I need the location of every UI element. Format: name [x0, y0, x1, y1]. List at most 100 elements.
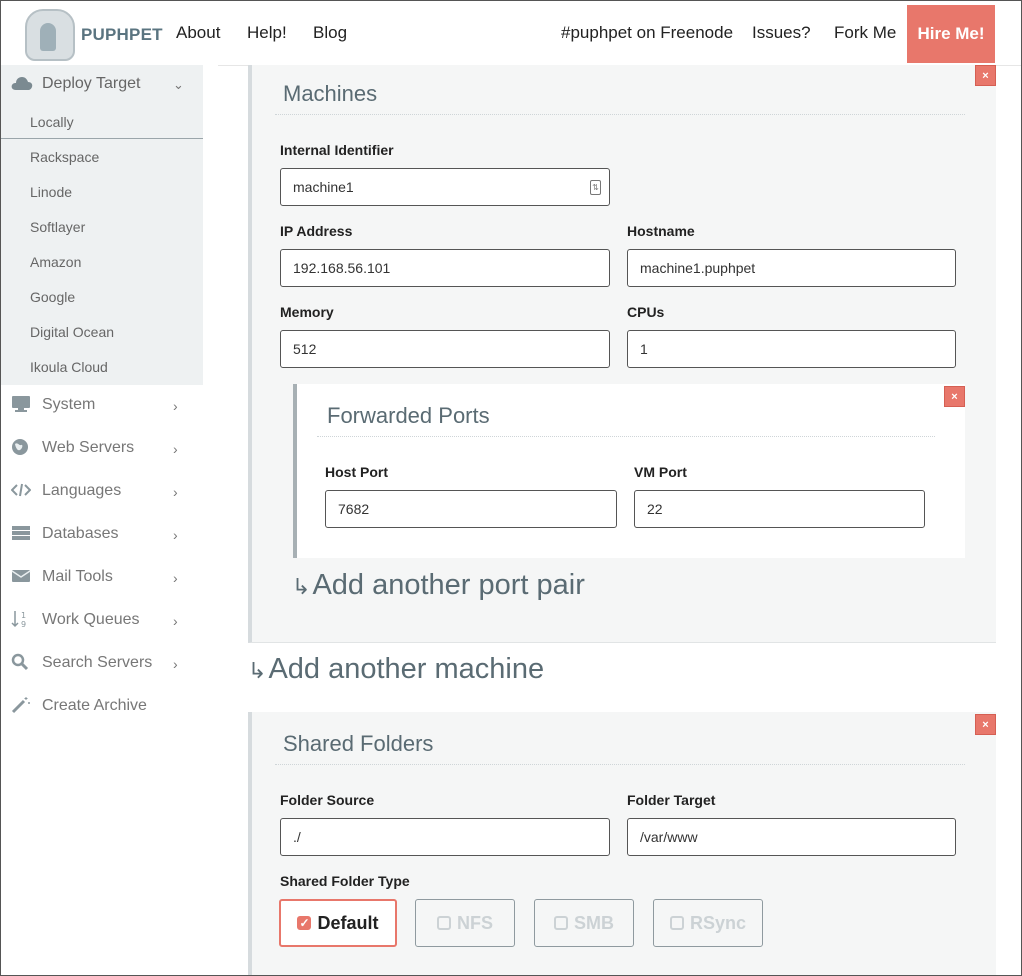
- nav-freenode-link[interactable]: #puphpet on Freenode: [561, 23, 733, 43]
- sidebar-item-databases[interactable]: Databases ›: [1, 517, 203, 551]
- memory-label: Memory: [280, 304, 334, 320]
- divider: [1, 138, 203, 139]
- shared-folders-close-button[interactable]: ×: [975, 714, 996, 735]
- checkbox-icon: [554, 916, 568, 930]
- sidebar-item-label: Mail Tools: [42, 568, 113, 585]
- arrow-turn-right-icon: ↳: [292, 574, 311, 599]
- elephant-logo-icon: [25, 9, 75, 61]
- nav-fork-link[interactable]: Fork Me: [834, 23, 896, 43]
- deploy-option-rackspace[interactable]: Rackspace: [30, 149, 99, 165]
- hostname-label: Hostname: [627, 223, 695, 239]
- folder-type-rsync-option[interactable]: RSync: [653, 899, 763, 947]
- ip-address-label: IP Address: [280, 223, 353, 239]
- folder-type-label: Default: [317, 912, 379, 933]
- host-port-input[interactable]: [325, 490, 617, 528]
- folder-target-input[interactable]: [627, 818, 956, 856]
- hire-me-button[interactable]: Hire Me!: [907, 5, 995, 63]
- envelope-icon: [11, 570, 31, 582]
- chevron-right-icon: ›: [173, 527, 178, 543]
- sidebar-item-label: Search Servers: [42, 654, 153, 671]
- checkbox-icon: [437, 916, 451, 930]
- machines-title: Machines: [283, 81, 378, 106]
- arrow-turn-right-icon: ↳: [248, 658, 267, 683]
- sidebar-item-languages[interactable]: Languages ›: [1, 474, 203, 508]
- deploy-option-locally[interactable]: Locally: [30, 114, 74, 130]
- folder-type-default-option[interactable]: ✓ Default: [279, 899, 397, 947]
- nav-issues-link[interactable]: Issues?: [752, 23, 811, 43]
- chevron-right-icon: ›: [173, 613, 178, 629]
- sidebar-item-web-servers[interactable]: Web Servers ›: [1, 431, 203, 465]
- divider: [275, 764, 965, 766]
- chevron-down-icon: ⌄: [173, 77, 184, 92]
- deploy-target-section: Deploy Target ⌄ Locally Rackspace Linode…: [1, 65, 203, 385]
- folder-target-label: Folder Target: [627, 792, 716, 808]
- sidebar-item-deploy-target[interactable]: Deploy Target ⌄: [1, 65, 203, 103]
- sidebar-item-label: Deploy Target: [42, 75, 141, 92]
- forwarded-ports-title: Forwarded Ports: [327, 403, 490, 428]
- chevron-right-icon: ›: [173, 484, 178, 500]
- monitor-icon: [12, 396, 30, 412]
- nav-help-link[interactable]: Help!: [247, 23, 287, 43]
- host-port-label: Host Port: [325, 464, 388, 480]
- folder-source-input[interactable]: [280, 818, 610, 856]
- cloud-icon: [11, 77, 33, 90]
- globe-icon: [12, 439, 28, 455]
- folder-source-label: Folder Source: [280, 792, 375, 808]
- sidebar-item-mail-tools[interactable]: Mail Tools ›: [1, 560, 203, 594]
- deploy-option-linode[interactable]: Linode: [30, 184, 72, 200]
- checkbox-icon: [669, 916, 684, 930]
- hostname-input[interactable]: [627, 249, 956, 287]
- internal-identifier-input[interactable]: [280, 168, 610, 206]
- checkbox-checked-icon: ✓: [297, 916, 312, 930]
- deploy-option-google[interactable]: Google: [30, 289, 75, 305]
- logo[interactable]: PUPHPET: [25, 9, 163, 61]
- deploy-option-digital-ocean[interactable]: Digital Ocean: [30, 324, 114, 340]
- chevron-right-icon: ›: [173, 441, 178, 457]
- divider: [275, 114, 965, 116]
- deploy-option-amazon[interactable]: Amazon: [30, 254, 81, 270]
- vm-port-label: VM Port: [634, 464, 687, 480]
- sort-numeric-icon: 1 9: [11, 611, 26, 628]
- memory-input[interactable]: [280, 330, 610, 368]
- search-icon: [11, 653, 29, 671]
- machines-close-button[interactable]: ×: [975, 65, 996, 86]
- vm-port-input[interactable]: [634, 490, 925, 528]
- sidebar-item-work-queues[interactable]: 1 9 Work Queues ›: [1, 603, 203, 637]
- folder-type-label: SMB: [574, 912, 614, 933]
- cpus-input[interactable]: [627, 330, 956, 368]
- forwarded-ports-close-button[interactable]: ×: [944, 386, 965, 407]
- shared-folder-type-label: Shared Folder Type: [280, 873, 410, 889]
- code-icon: [11, 483, 31, 497]
- folder-type-smb-option[interactable]: SMB: [534, 899, 634, 947]
- ip-address-input[interactable]: [280, 249, 610, 287]
- svg-text:1: 1: [21, 611, 26, 620]
- folder-type-label: RSync: [689, 912, 747, 933]
- database-icon: [12, 526, 30, 540]
- sidebar: Deploy Target ⌄ Locally Rackspace Linode…: [1, 65, 218, 975]
- deploy-option-softlayer[interactable]: Softlayer: [30, 219, 85, 235]
- folder-type-nfs-option[interactable]: NFS: [415, 899, 515, 947]
- sidebar-item-create-archive[interactable]: Create Archive: [1, 689, 203, 723]
- sidebar-item-label: Languages: [42, 482, 122, 499]
- sidebar-item-label: Web Servers: [42, 439, 135, 456]
- divider: [317, 436, 935, 438]
- cpus-label: CPUs: [627, 304, 665, 320]
- add-port-pair-label: Add another port pair: [312, 569, 585, 601]
- contact-card-icon: ⇅: [590, 180, 601, 195]
- nav-about-link[interactable]: About: [176, 23, 220, 43]
- sidebar-item-label: Work Queues: [42, 611, 140, 628]
- sidebar-item-label: Create Archive: [42, 697, 147, 714]
- deploy-option-ikoula-cloud[interactable]: Ikoula Cloud: [30, 359, 108, 375]
- chevron-right-icon: ›: [173, 656, 178, 672]
- folder-type-label: NFS: [457, 912, 493, 933]
- sidebar-item-system[interactable]: System ›: [1, 388, 203, 422]
- app-window: PUPHPET About Help! Blog #puphpet on Fre…: [0, 0, 1022, 976]
- chevron-right-icon: ›: [173, 398, 178, 414]
- add-machine-link[interactable]: ↳Add another machine: [248, 653, 544, 686]
- sidebar-item-search-servers[interactable]: Search Servers ›: [1, 646, 203, 680]
- logo-text: PUPHPET: [81, 25, 163, 44]
- nav-blog-link[interactable]: Blog: [313, 23, 347, 43]
- shared-folders-title: Shared Folders: [283, 731, 434, 756]
- internal-identifier-label: Internal Identifier: [280, 142, 394, 158]
- add-port-pair-link[interactable]: ↳Add another port pair: [292, 569, 585, 602]
